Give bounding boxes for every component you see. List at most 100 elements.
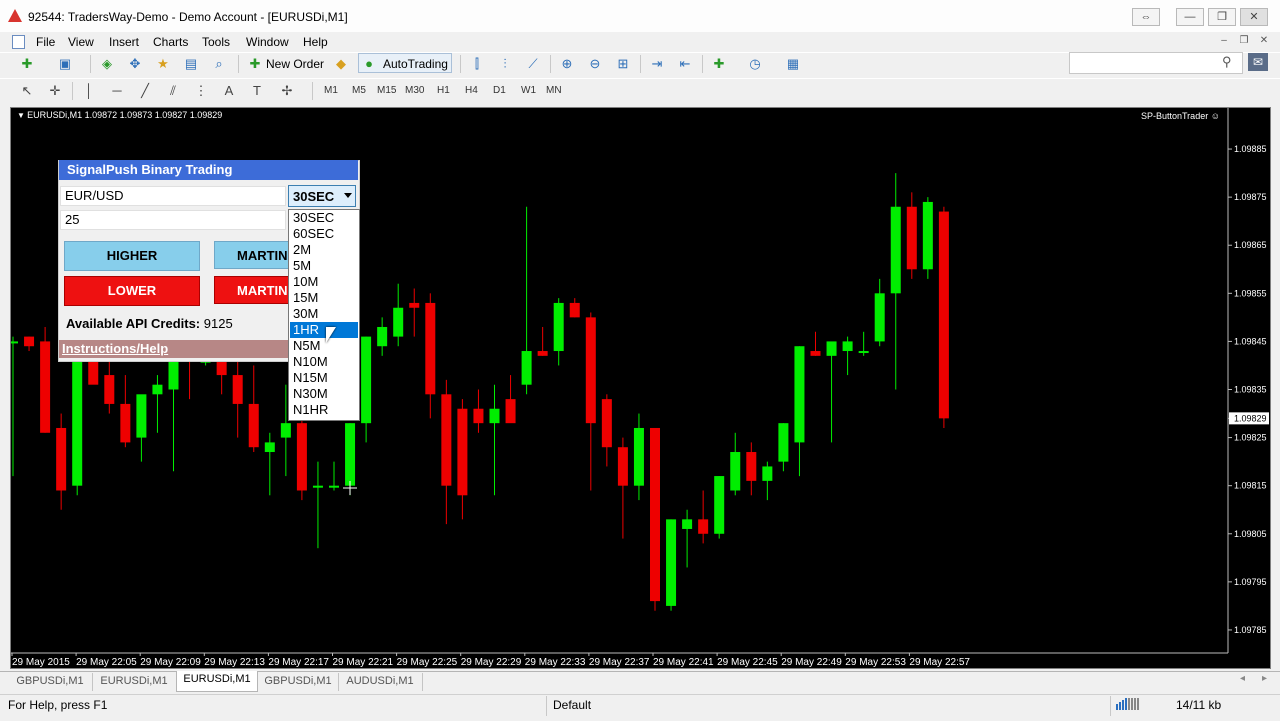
metaeditor-icon[interactable]: ◆ [332, 55, 350, 73]
text-tool-icon[interactable]: A [220, 82, 238, 100]
document-icon[interactable] [12, 35, 25, 49]
instructions-help-link[interactable]: Instructions/Help [62, 341, 168, 356]
candle-body [666, 519, 677, 606]
menu-window[interactable]: Window [246, 35, 289, 49]
option-n5m[interactable]: N5M [290, 338, 358, 354]
option-2m[interactable]: 2M [290, 242, 358, 258]
tf-m30[interactable]: M30 [405, 85, 424, 96]
menu-tools[interactable]: Tools [202, 35, 230, 49]
lower-button[interactable]: LOWER [64, 276, 200, 306]
menu-file[interactable]: File [36, 35, 55, 49]
tf-h4[interactable]: H4 [465, 85, 478, 96]
option-15m[interactable]: 15M [290, 290, 358, 306]
option-5m[interactable]: 5M [290, 258, 358, 274]
search-input[interactable] [1069, 52, 1243, 74]
tab-scroll-right-icon[interactable]: ▸ [1262, 673, 1267, 684]
tab-gbpusdi-2[interactable]: GBPUSDi,M1 [258, 673, 339, 691]
chart-shift-icon[interactable]: ⇤ [676, 55, 694, 73]
autoscroll-icon[interactable]: ⇥ [648, 55, 666, 73]
vertical-line-icon[interactable]: │ [80, 82, 98, 100]
option-30m[interactable]: 30M [290, 306, 358, 322]
fibonacci-icon[interactable]: ⋮ [192, 82, 210, 100]
time-label: 29 May 22:49 [781, 657, 842, 668]
tf-h1[interactable]: H1 [437, 85, 450, 96]
price-label: 1.09885 [1234, 144, 1267, 154]
time-label: 29 May 22:13 [204, 657, 265, 668]
option-10m[interactable]: 10M [290, 274, 358, 290]
trendline-icon[interactable]: ╱ [136, 82, 154, 100]
tf-d1[interactable]: D1 [493, 85, 506, 96]
mailbox-icon[interactable]: ✉ [1248, 53, 1268, 71]
profiles-icon[interactable]: ▣ [56, 55, 74, 73]
martin-higher-button[interactable]: MARTIN [214, 241, 290, 269]
candle-body [682, 519, 693, 529]
mdi-restore-button[interactable]: ❐ [1236, 34, 1252, 48]
tf-mn[interactable]: MN [546, 85, 562, 96]
maximize-button[interactable]: ❐ [1208, 8, 1236, 26]
tile-windows-icon[interactable]: ⊞ [614, 55, 632, 73]
horizontal-line-icon[interactable]: ─ [108, 82, 126, 100]
tab-eurusdi-active[interactable]: EURUSDi,M1 [176, 671, 258, 692]
tf-m1[interactable]: M1 [324, 85, 338, 96]
tf-m15[interactable]: M15 [377, 85, 396, 96]
terminal-icon[interactable]: ▤ [182, 55, 200, 73]
option-n30m[interactable]: N30M [290, 386, 358, 402]
data-window-icon[interactable]: ✥ [126, 55, 144, 73]
toolbar-separator [238, 55, 239, 73]
menu-help[interactable]: Help [303, 35, 328, 49]
option-n15m[interactable]: N15M [290, 370, 358, 386]
candle-body [441, 394, 452, 486]
menu-view[interactable]: View [68, 35, 94, 49]
candle-body [11, 341, 18, 344]
templates-icon[interactable]: ▦ [784, 55, 802, 73]
candle-body [216, 360, 227, 376]
line-chart-icon[interactable]: ⟋ [524, 55, 542, 73]
time-label: 29 May 22:21 [333, 657, 394, 668]
status-profile: Default [553, 698, 592, 712]
option-1hr[interactable]: 1HR [290, 322, 358, 338]
equidistant-channel-icon[interactable]: ⫽ [164, 82, 182, 100]
new-chart-icon[interactable]: ✚ [18, 55, 36, 73]
restore-arrows-button[interactable]: ⇔ [1132, 8, 1160, 26]
market-watch-icon[interactable]: ◈ [98, 55, 116, 73]
tab-scroll-left-icon[interactable]: ◂ [1240, 673, 1245, 684]
tab-eurusdi-1[interactable]: EURUSDi,M1 [92, 673, 177, 691]
strategy-tester-icon[interactable]: ⌕ [210, 55, 228, 73]
mdi-minimize-button[interactable]: – [1216, 34, 1232, 48]
crosshair-tool-icon[interactable]: ✛ [46, 82, 64, 100]
tab-audusdi[interactable]: AUDUSDi,M1 [338, 673, 423, 691]
close-button[interactable]: ✕ [1240, 8, 1268, 26]
minimize-button[interactable]: — [1176, 8, 1204, 26]
candle-body [730, 452, 741, 491]
option-n10m[interactable]: N10M [290, 354, 358, 370]
option-30sec[interactable]: 30SEC [290, 210, 358, 226]
cursor-tool-icon[interactable]: ↖ [18, 82, 36, 100]
tab-gbpusdi-1[interactable]: GBPUSDi,M1 [8, 673, 93, 691]
navigator-icon[interactable]: ★ [154, 55, 172, 73]
menu-insert[interactable]: Insert [109, 35, 139, 49]
candle-body [40, 341, 51, 433]
zoom-out-icon[interactable]: ⊖ [586, 55, 604, 73]
price-label: 1.09835 [1234, 385, 1267, 395]
option-n1hr[interactable]: N1HR [290, 402, 358, 418]
text-label-icon[interactable]: T [248, 82, 266, 100]
periods-icon[interactable]: ◷ [746, 55, 764, 73]
arrows-tool-icon[interactable]: ✢ [278, 82, 296, 100]
higher-button[interactable]: HIGHER [64, 241, 200, 271]
search-icon[interactable]: ⚲ [1222, 54, 1232, 70]
chevron-down-icon[interactable] [344, 193, 352, 198]
menu-charts[interactable]: Charts [153, 35, 188, 49]
tf-w1[interactable]: W1 [521, 85, 536, 96]
indicators-icon[interactable]: ✚ [710, 55, 728, 73]
candlestick-icon[interactable]: ⫶ [496, 55, 514, 73]
mdi-close-button[interactable]: ✕ [1256, 34, 1272, 48]
pair-input[interactable]: EUR/USD [60, 186, 286, 206]
bar-chart-icon[interactable]: ⫿ [468, 55, 486, 73]
martin-lower-button[interactable]: MARTIN [214, 276, 290, 304]
tf-m5[interactable]: M5 [352, 85, 366, 96]
price-label: 1.09805 [1234, 529, 1267, 539]
option-60sec[interactable]: 60SEC [290, 226, 358, 242]
zoom-in-icon[interactable]: ⊕ [558, 55, 576, 73]
amount-input[interactable]: 25 [60, 210, 286, 230]
candle-body [232, 375, 243, 404]
